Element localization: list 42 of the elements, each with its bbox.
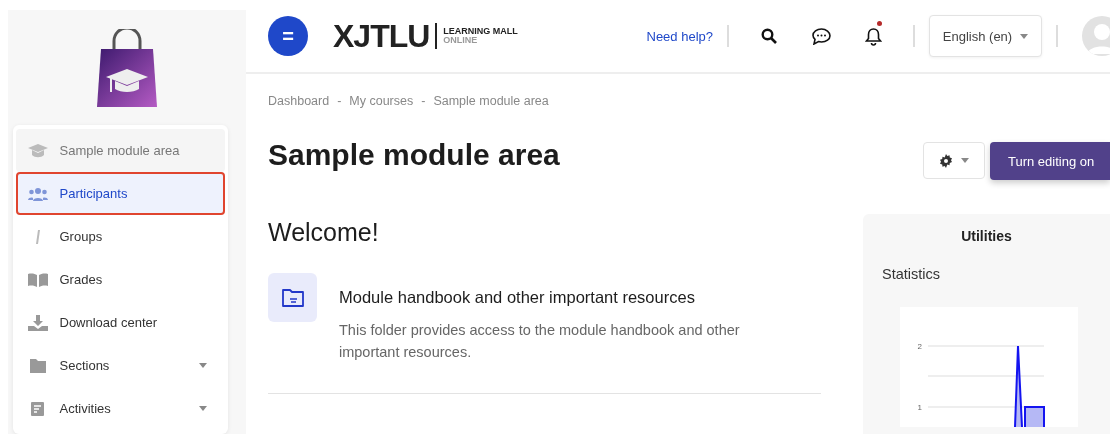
folder-tile[interactable] bbox=[268, 273, 317, 322]
section-title: Welcome! bbox=[268, 218, 380, 247]
activity-description: This folder provides access to the module handbook and other important resources. bbox=[339, 321, 741, 362]
brand-tagline: ONLINE bbox=[443, 36, 479, 45]
book-icon bbox=[27, 272, 48, 287]
caret-icon bbox=[1020, 33, 1029, 39]
statistics-title: Statistics bbox=[882, 266, 941, 282]
users-icon bbox=[27, 186, 48, 201]
language-dropdown[interactable]: English (en) bbox=[929, 15, 1042, 57]
panel-title: Utilities bbox=[960, 228, 1013, 244]
sidebar-item[interactable]: Groups bbox=[15, 215, 225, 258]
search-icon bbox=[761, 28, 777, 44]
turn-editing-on-button[interactable]: Turn editing on bbox=[990, 142, 1110, 180]
breadcrumb-separator: - bbox=[421, 94, 426, 108]
breadcrumb-separator: - bbox=[337, 94, 342, 108]
chat-bubble-icon bbox=[811, 27, 831, 45]
brand-name: XJTLU bbox=[333, 17, 430, 55]
breadcrumb-link[interactable]: Dashboard bbox=[268, 94, 330, 108]
sidebar-item[interactable]: Sections bbox=[15, 344, 225, 387]
help-link[interactable]: Need help? bbox=[646, 28, 713, 44]
sidebar-item[interactable]: Activities bbox=[15, 387, 225, 430]
slash-icon bbox=[35, 229, 40, 244]
axis-label: 1 bbox=[917, 403, 922, 412]
breadcrumb-link[interactable]: My courses bbox=[349, 94, 414, 108]
gear-icon bbox=[939, 153, 953, 168]
sidebar-item[interactable]: Download center bbox=[15, 301, 225, 344]
graduation-cap-icon bbox=[27, 143, 48, 158]
caret-icon bbox=[961, 158, 969, 163]
folder-icon bbox=[280, 287, 305, 308]
page-title: Sample module area bbox=[268, 138, 561, 172]
settings-button[interactable] bbox=[923, 142, 985, 179]
axis-label: 2 bbox=[917, 342, 922, 351]
activity-title[interactable]: Module handbook and other important resources bbox=[339, 288, 749, 307]
brand-tagline: LEARNING MALL bbox=[443, 27, 518, 36]
menu-button[interactable]: = bbox=[268, 16, 308, 56]
download-icon bbox=[27, 314, 48, 331]
sidebar-item[interactable]: Sample module area bbox=[15, 129, 225, 172]
folder-icon bbox=[27, 358, 48, 373]
sidebar-item[interactable]: Grades bbox=[15, 258, 225, 301]
bell-icon bbox=[864, 26, 882, 46]
breadcrumb-link[interactable]: Sample module area bbox=[433, 94, 549, 108]
sidebar-item[interactable]: Participants bbox=[15, 172, 225, 215]
